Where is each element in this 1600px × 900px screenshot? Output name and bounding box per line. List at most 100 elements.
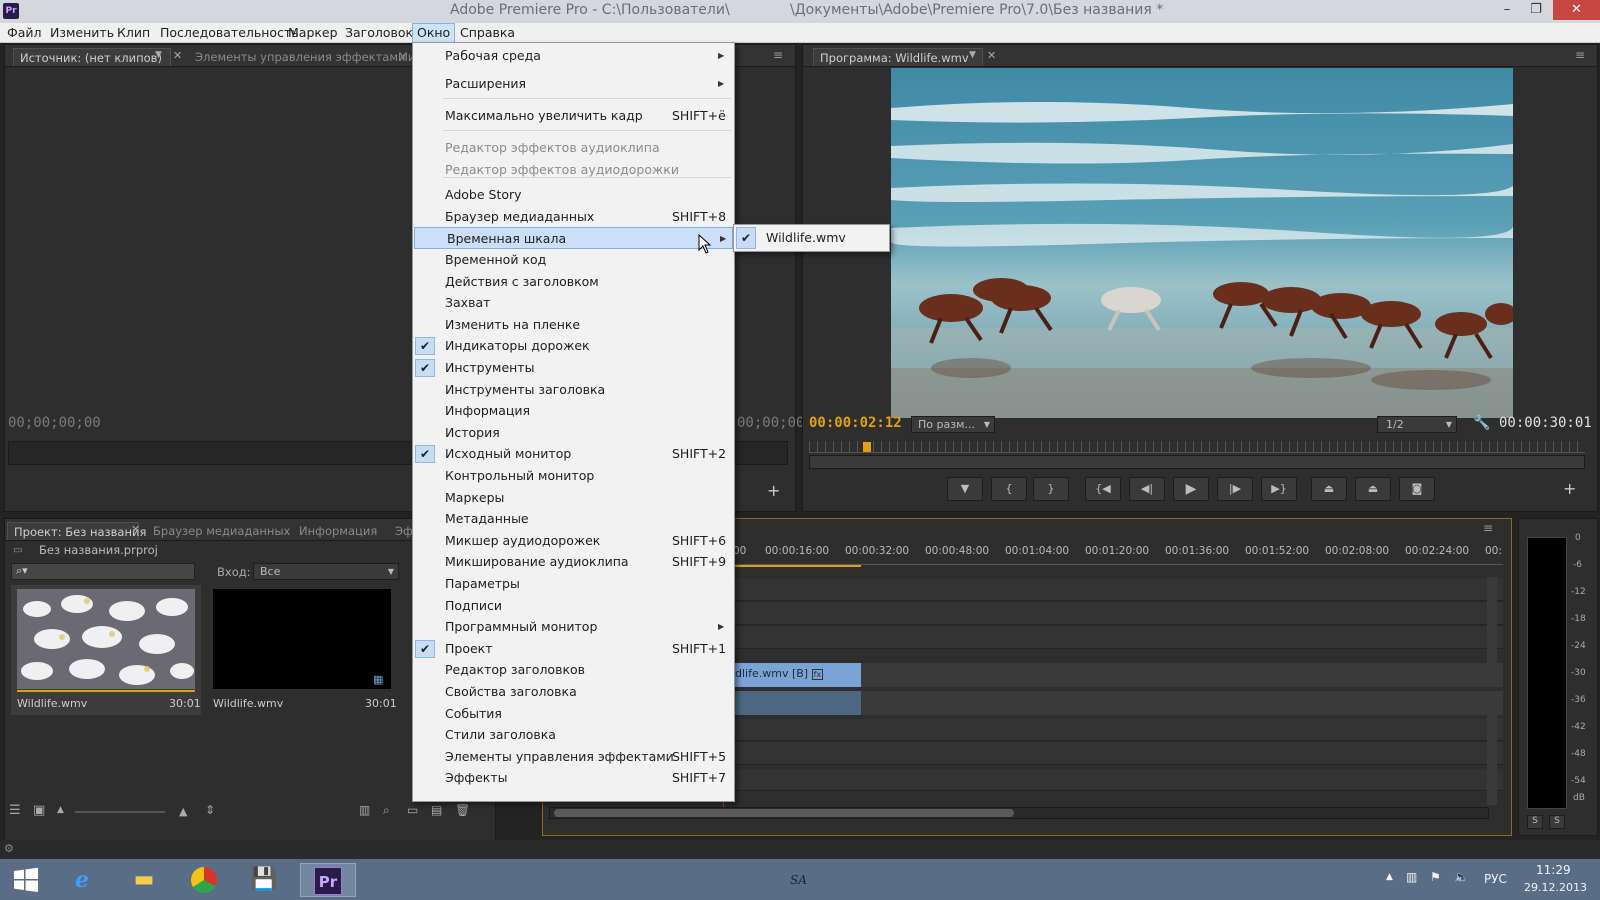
menu-item[interactable]: Контрольный монитор	[413, 465, 734, 487]
tab-source[interactable]: Источник: (нет клипов)	[13, 48, 171, 66]
new-item-icon[interactable]: ▤	[431, 803, 442, 817]
menu-marker[interactable]: Маркер	[288, 23, 338, 43]
maximize-button[interactable]: ❐	[1522, 0, 1550, 20]
internet-explorer-icon[interactable]: e	[60, 863, 104, 897]
program-zoom-scrollbar[interactable]	[809, 455, 1585, 469]
menu-edit[interactable]: Изменить	[50, 23, 114, 43]
project-clip-item[interactable]: ▦ Wildlife.wmv 30:01	[207, 585, 397, 715]
close-button[interactable]: ✕	[1553, 0, 1600, 20]
menu-item[interactable]: Маркеры	[413, 487, 734, 509]
menu-item[interactable]: Стили заголовка	[413, 724, 734, 746]
menu-item[interactable]: Метаданные	[413, 508, 734, 530]
submenu-item-wildlife[interactable]: Wildlife.wmv	[766, 230, 846, 245]
wrench-settings-icon[interactable]: 🔧	[1473, 415, 1490, 431]
lift-button[interactable]: ⏏	[1311, 477, 1347, 501]
resolution-dropdown[interactable]: 1/2 ▼	[1377, 416, 1457, 433]
step-forward-button[interactable]: |▶	[1217, 477, 1253, 501]
timeline-horizontal-scrollbar[interactable]	[549, 807, 1489, 819]
menu-item[interactable]: События	[413, 703, 734, 725]
menu-item[interactable]: Действия с заголовком	[413, 271, 734, 293]
close-tab-icon[interactable]: ✕	[131, 523, 140, 536]
volume-icon[interactable]: 🔈	[1454, 870, 1469, 884]
close-tab-icon[interactable]: ✕	[173, 49, 182, 62]
vertical-scrollbar[interactable]	[1487, 695, 1497, 805]
premiere-pro-icon[interactable]: Pr	[300, 863, 356, 897]
menu-item[interactable]: Информация	[413, 400, 734, 422]
scrollbar-thumb[interactable]	[554, 809, 1014, 817]
clock-time[interactable]: 11:29	[1536, 863, 1571, 877]
playhead-marker[interactable]	[863, 442, 871, 452]
tab-program[interactable]: Программа: Wildlife.wmv	[813, 48, 983, 66]
play-button[interactable]: ▶	[1173, 477, 1209, 501]
zoom-out-icon[interactable]: ▲	[57, 805, 64, 815]
menu-item[interactable]: Временной код	[413, 249, 734, 271]
menu-window[interactable]: Окно	[412, 23, 456, 43]
action-center-icon[interactable]: ⚑	[1430, 870, 1441, 884]
menu-item[interactable]: Браузер медиаданных SHIFT+8	[413, 206, 734, 228]
zoom-level-dropdown[interactable]: По разм... ▼	[911, 416, 995, 433]
automate-to-sequence-icon[interactable]: ▥	[359, 803, 370, 817]
search-input[interactable]: ⌕▾	[11, 563, 195, 580]
menu-file[interactable]: Файл	[7, 23, 42, 43]
windows-start-icon[interactable]	[4, 863, 48, 897]
add-button-icon[interactable]: +	[1563, 479, 1576, 498]
menu-item[interactable]: Микширование аудиоклипа SHIFT+9	[413, 551, 734, 573]
menu-item[interactable]: Элементы управления эффектами SHIFT+5	[413, 746, 734, 768]
minimize-button[interactable]: –	[1493, 0, 1521, 20]
menu-item[interactable]: Программный монитор ▶	[413, 616, 734, 638]
go-to-out-button[interactable]: ▶}	[1261, 477, 1297, 501]
close-tab-icon[interactable]: ✕	[987, 49, 996, 62]
menu-item[interactable]: История	[413, 422, 734, 444]
in-filter-dropdown[interactable]: Все ▼	[253, 563, 399, 580]
menu-item[interactable]: Микшер аудиодорожек SHIFT+6	[413, 530, 734, 552]
menu-item[interactable]: Adobe Story	[413, 184, 734, 206]
panel-menu-icon[interactable]: ≡	[1575, 48, 1585, 62]
office-icon[interactable]	[182, 863, 226, 897]
menu-item[interactable]: Захват	[413, 292, 734, 314]
menu-item[interactable]: Расширения ▶	[413, 73, 734, 95]
project-clip-item[interactable]: Wildlife.wmv 30:01	[11, 585, 201, 715]
find-icon[interactable]: ⌕	[383, 803, 390, 818]
mark-in-button[interactable]: {	[991, 477, 1027, 501]
menu-item[interactable]: ✔ Проект SHIFT+1	[413, 638, 734, 660]
menu-item[interactable]: Редактор заголовков	[413, 659, 734, 681]
add-button-icon[interactable]: +	[767, 481, 780, 500]
solo-right-button[interactable]: S	[1549, 815, 1565, 829]
network-icon[interactable]: ▥	[1406, 870, 1417, 884]
program-time-ruler[interactable]	[809, 441, 1585, 453]
language-indicator[interactable]: РУС	[1484, 872, 1507, 886]
timeline-ruler[interactable]: 00 00:00:16:00 00:00:32:00 00:00:48:00 0…	[733, 539, 1503, 565]
thumbnail-size-slider[interactable]	[75, 811, 165, 813]
zoom-in-icon[interactable]: ▲	[179, 805, 187, 818]
program-current-timecode[interactable]: 00:00:02:12	[809, 415, 902, 431]
icon-view-icon[interactable]: ▣	[33, 803, 45, 818]
program-video-frame[interactable]	[891, 68, 1513, 418]
premiere-app-icon[interactable]: Pr	[3, 3, 19, 19]
panel-menu-icon[interactable]: ≡	[1483, 521, 1493, 535]
panel-menu-icon[interactable]: ≡	[773, 48, 783, 62]
sort-icon[interactable]: ⇕	[205, 803, 215, 817]
menu-item[interactable]: Изменить на пленке	[413, 314, 734, 336]
tab-info[interactable]: Информация	[293, 522, 383, 540]
tab-media-browser[interactable]: Браузер медиаданных	[147, 522, 296, 540]
vertical-scrollbar[interactable]	[1487, 577, 1497, 687]
menu-item[interactable]: Подписи	[413, 595, 734, 617]
solo-left-button[interactable]: S	[1527, 815, 1543, 829]
menu-item[interactable]: Эффекты SHIFT+7	[413, 767, 734, 789]
clock-date[interactable]: 29.12.2013	[1524, 881, 1587, 894]
list-view-icon[interactable]: ☰	[9, 803, 21, 818]
menu-item[interactable]: Свойства заголовка	[413, 681, 734, 703]
dropdown-arrow-icon[interactable]: ▼	[155, 50, 162, 60]
menu-item[interactable]: Максимально увеличить кадр SHIFT+ё	[413, 105, 734, 127]
save-floppy-icon[interactable]: 💾	[242, 863, 286, 897]
audio-clip[interactable]	[733, 691, 861, 715]
export-frame-camera-icon[interactable]: ◙	[1399, 477, 1435, 501]
video-clip[interactable]: dlife.wmv [В] fx	[733, 663, 861, 687]
menu-item[interactable]: ✔ Индикаторы дорожек	[413, 335, 734, 357]
menu-help[interactable]: Справка	[460, 23, 515, 43]
menu-title[interactable]: Заголовок	[345, 23, 413, 43]
work-area-bar[interactable]	[733, 565, 861, 567]
mark-out-button[interactable]: }	[1033, 477, 1069, 501]
tab-project[interactable]: Проект: Без названия	[7, 522, 146, 540]
menu-item[interactable]: ✔ Инструменты	[413, 357, 734, 379]
